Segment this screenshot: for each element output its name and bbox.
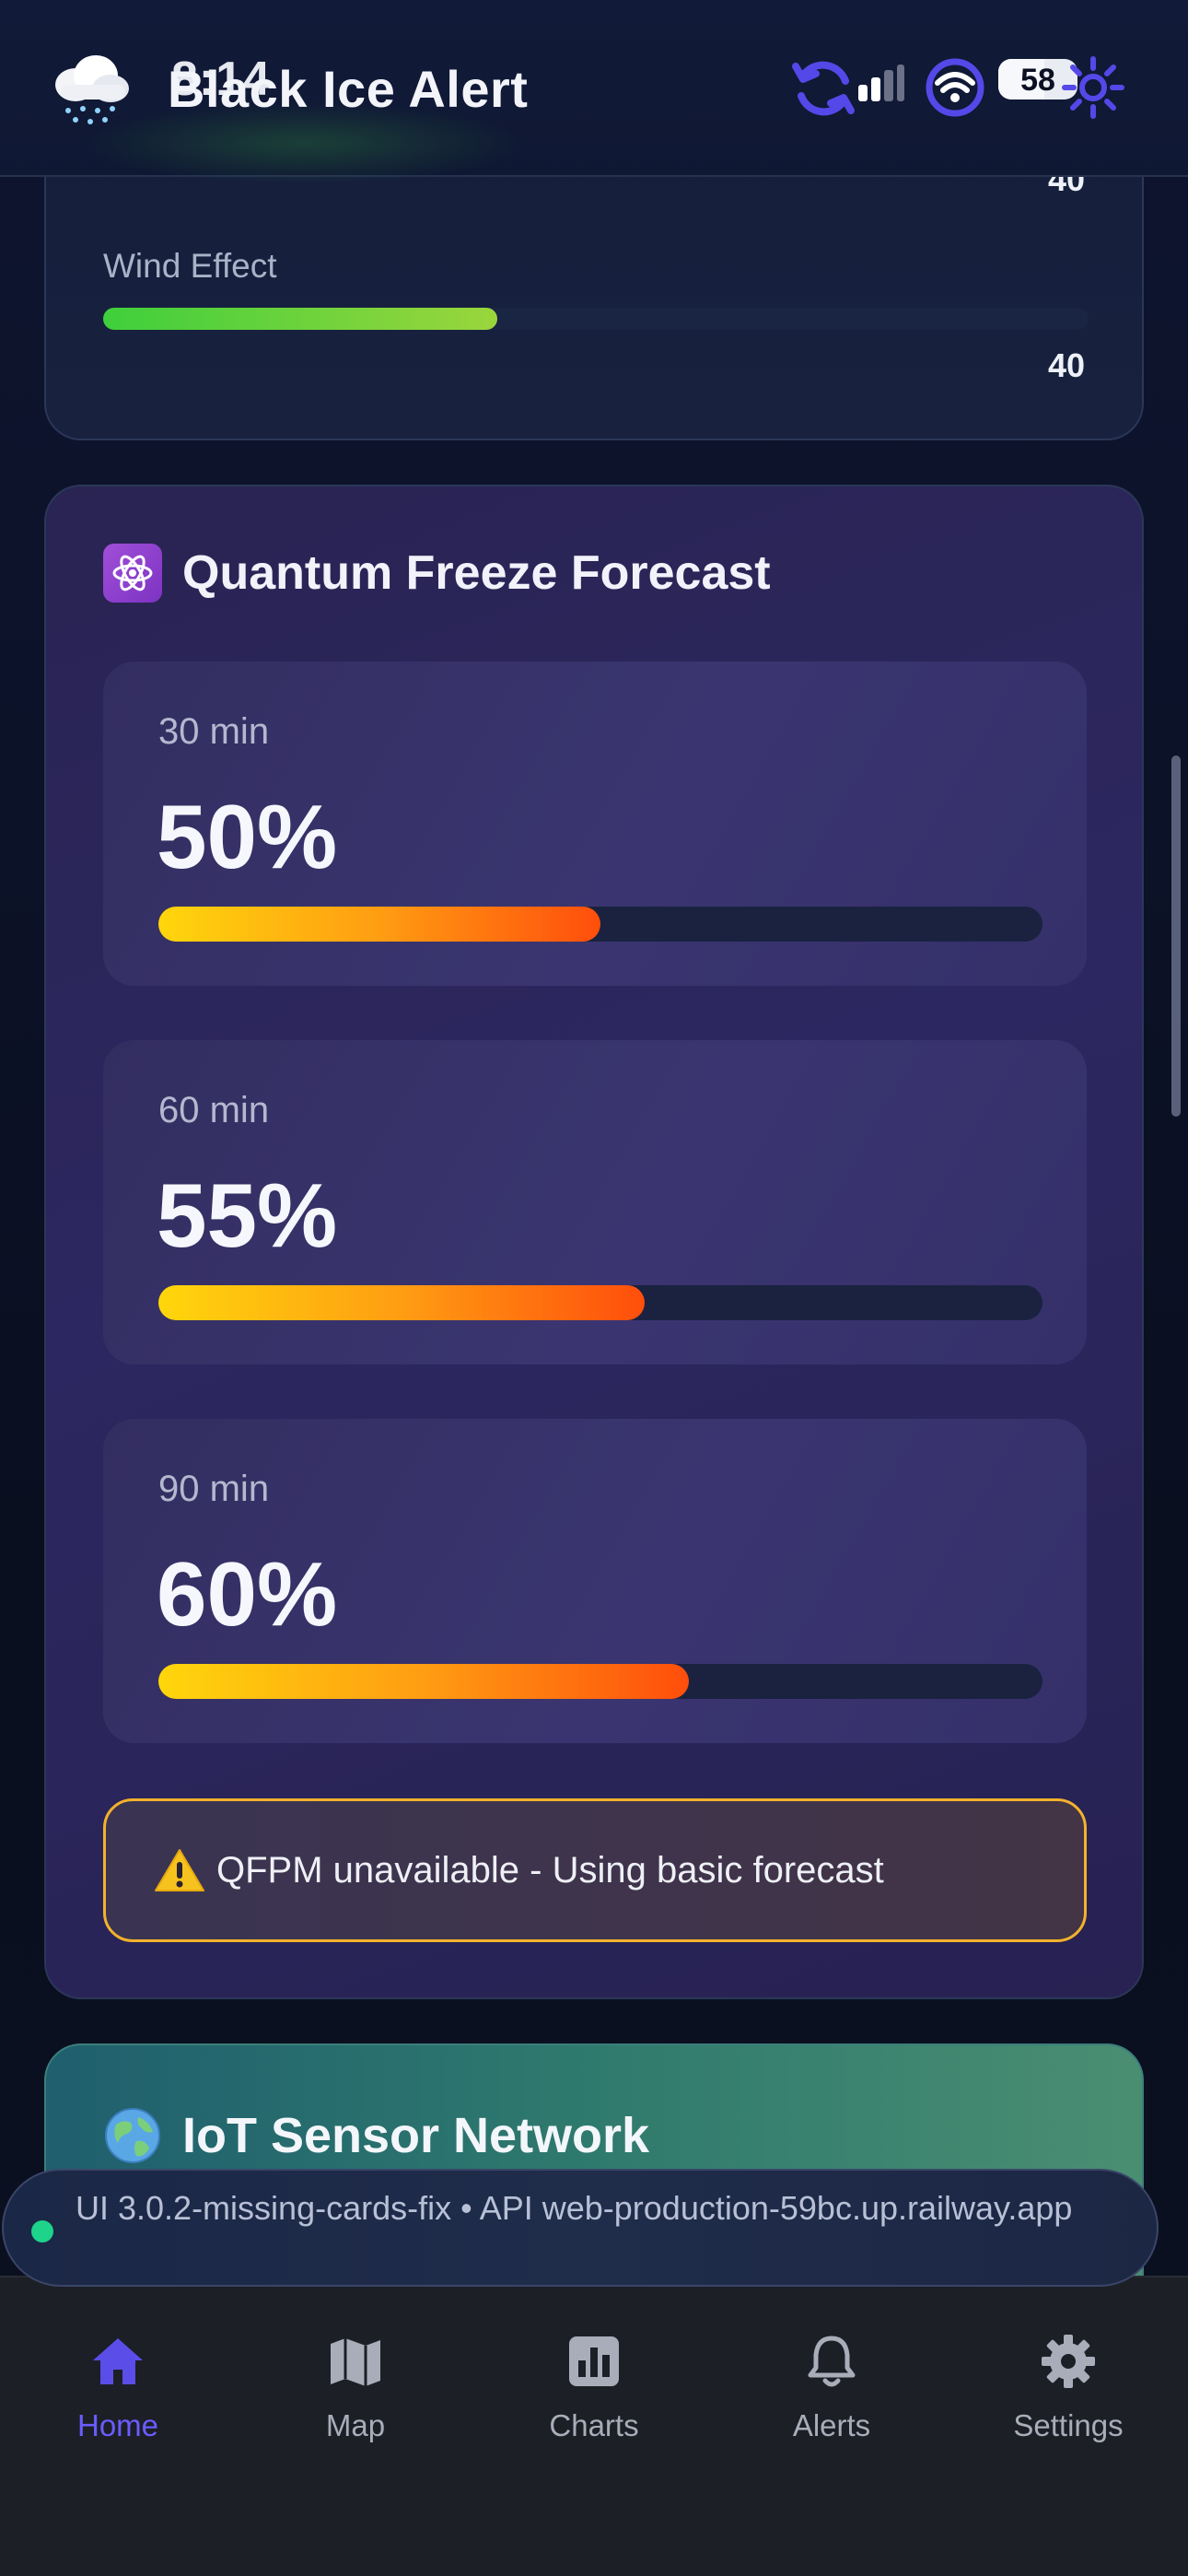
globe-icon	[105, 2108, 160, 2163]
nav-alerts[interactable]: Alerts	[730, 2331, 933, 2469]
sync-icon[interactable]	[788, 53, 858, 123]
warning-icon	[155, 1849, 204, 1891]
wind-effect-label: Wind Effect	[103, 247, 277, 285]
version-banner[interactable]: UI 3.0.2-missing-cards-fix • API web-pro…	[2, 2169, 1159, 2287]
forecast-probability: 55%	[157, 1165, 338, 1266]
forecast-bar	[158, 1285, 1042, 1320]
iot-header: IoT Sensor Network	[103, 2106, 649, 2165]
forecast-bar-fill	[158, 1664, 689, 1699]
signal-icon	[858, 64, 904, 101]
map-icon	[331, 2338, 380, 2386]
nav-label: Map	[325, 2408, 386, 2442]
nav-settings[interactable]: Settings	[967, 2331, 1170, 2469]
bottom-nav: Home Map Charts Alerts Settings	[0, 2276, 1188, 2576]
nav-charts[interactable]: Charts	[493, 2331, 695, 2469]
quantum-header: Quantum Freeze Forecast	[103, 544, 771, 603]
api-status-dot	[31, 2220, 53, 2242]
qfpm-warning: QFPM unavailable - Using basic forecast	[103, 1798, 1087, 1942]
nav-home[interactable]: Home	[17, 2331, 219, 2469]
version-text: UI 3.0.2-missing-cards-fix • API web-pro…	[76, 2189, 1073, 2227]
wind-effect-value: 40	[1047, 346, 1085, 384]
chart-icon	[569, 2336, 619, 2386]
wind-effect-bar	[103, 308, 1089, 330]
warning-text: QFPM unavailable - Using basic forecast	[216, 1849, 884, 1891]
forecast-bar-fill	[158, 907, 600, 942]
forecast-30min: 30 min 50%	[103, 662, 1087, 986]
sun-icon[interactable]	[1059, 53, 1127, 122]
home-icon	[93, 2338, 143, 2384]
app-screen: 8:14 Black Ice Alert 58 40 Wind Effect 4…	[0, 0, 1188, 2576]
forecast-bar-fill	[158, 1285, 645, 1320]
forecast-probability: 50%	[157, 786, 338, 887]
forecast-label: 30 min	[158, 711, 270, 752]
forecast-label: 90 min	[158, 1469, 270, 1509]
quantum-title: Quantum Freeze Forecast	[182, 546, 771, 600]
forecast-probability: 60%	[157, 1543, 338, 1645]
nav-label: Home	[76, 2408, 159, 2442]
atom-icon	[103, 544, 162, 603]
app-title: Black Ice Alert	[168, 60, 529, 118]
nav-label: Charts	[549, 2408, 639, 2442]
wind-effect-fill	[103, 308, 497, 330]
nav-map[interactable]: Map	[254, 2331, 457, 2469]
forecast-60min: 60 min 55%	[103, 1040, 1087, 1364]
forecast-bar	[158, 907, 1042, 942]
nav-label: Settings	[1013, 2408, 1124, 2442]
gear-icon	[1042, 2335, 1095, 2388]
scrollbar[interactable]	[1171, 755, 1181, 1117]
forecast-label: 60 min	[158, 1090, 270, 1130]
app-header: 8:14 Black Ice Alert 58	[0, 0, 1188, 184]
forecast-bar	[158, 1664, 1042, 1699]
iot-title: IoT Sensor Network	[182, 2108, 650, 2163]
bell-icon	[808, 2336, 856, 2387]
quantum-forecast-card: Quantum Freeze Forecast 30 min 50% 60 mi…	[44, 485, 1144, 1999]
wifi-icon[interactable]	[925, 57, 985, 118]
snow-cloud-icon	[55, 55, 129, 124]
forecast-90min: 90 min 60%	[103, 1419, 1087, 1743]
nav-label: Alerts	[792, 2408, 871, 2442]
